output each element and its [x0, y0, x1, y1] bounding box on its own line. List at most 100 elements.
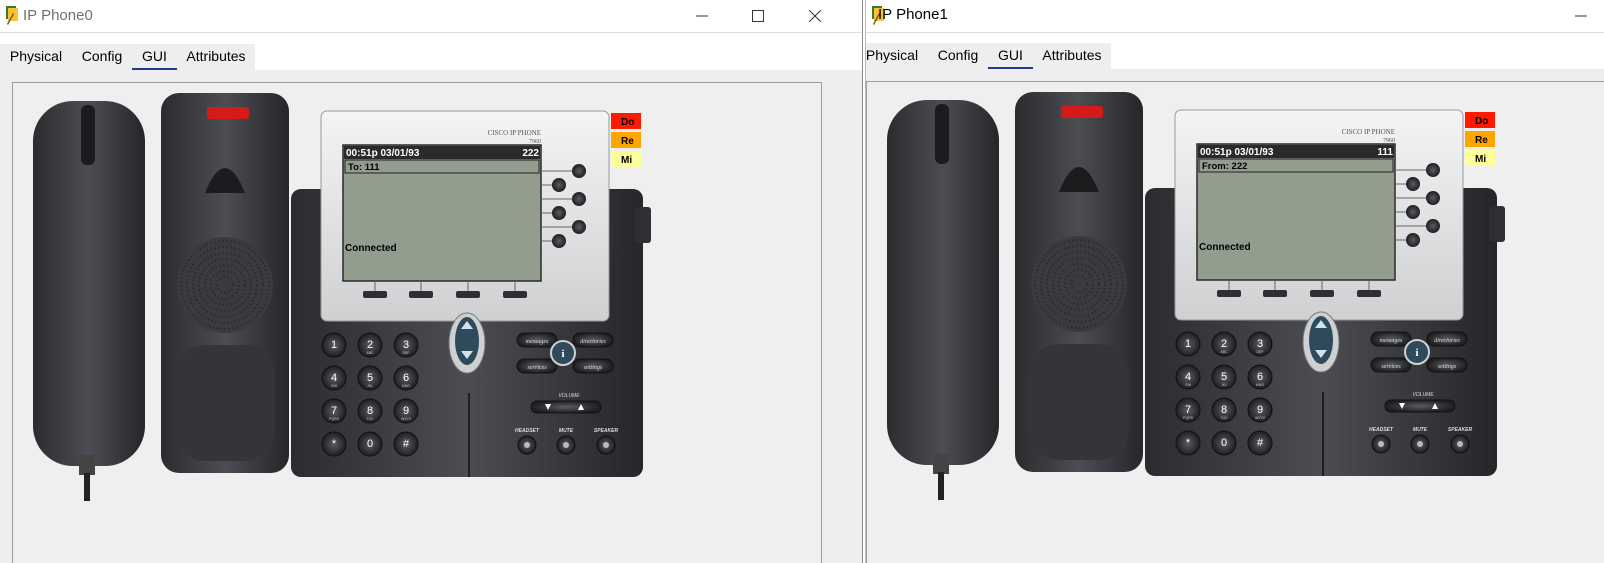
keypad-key[interactable]: * [321, 431, 347, 457]
keypad-key[interactable]: 4GHI [321, 365, 347, 391]
settings-button[interactable]: settings [572, 358, 614, 374]
keypad-key[interactable]: 4GHI [1175, 364, 1201, 390]
speaker-label: SPEAKER [1448, 427, 1473, 433]
keypad-digit: 3 [1257, 338, 1263, 350]
mute-button[interactable] [556, 435, 576, 455]
tab-attributes[interactable]: Attributes [1033, 43, 1111, 69]
side-key-1[interactable]: Re [611, 132, 641, 148]
keypad-key[interactable]: 3DEF [393, 332, 419, 358]
softkey[interactable] [363, 291, 387, 298]
side-key-2[interactable]: Mi [1465, 150, 1495, 166]
tab-attributes[interactable]: Attributes [177, 44, 255, 70]
softkey[interactable] [409, 291, 433, 298]
volume-button[interactable] [530, 400, 602, 414]
side-key-2[interactable]: Mi [611, 151, 641, 167]
settings-button-label: settings [584, 365, 603, 371]
keypad-key[interactable]: 2ABC [357, 332, 383, 358]
keypad-key[interactable]: 1 [1175, 331, 1201, 357]
keypad-key[interactable]: 1 [321, 332, 347, 358]
tab-physical[interactable]: Physical [0, 44, 72, 70]
lcd-extension: 222 [522, 148, 539, 159]
directories-button[interactable]: directories [1426, 331, 1468, 347]
line-button[interactable] [1426, 191, 1440, 205]
line-button[interactable] [1406, 233, 1420, 247]
tab-gui[interactable]: GUI [988, 43, 1033, 71]
speaker-icon [603, 442, 609, 448]
line-button[interactable] [1406, 177, 1420, 191]
tab-label: Physical [866, 47, 919, 63]
keypad-key[interactable]: * [1175, 430, 1201, 456]
headset-button[interactable] [517, 435, 537, 455]
side-key-label: Mi [621, 155, 632, 166]
side-key-0[interactable]: Do [611, 113, 641, 129]
phone-graphic: CISCO IP PHONE796000:51p 03/01/93 111From… [887, 92, 1505, 500]
lcd-screen: 00:51p 03/01/93 111 From: 222 Connected [1196, 143, 1396, 281]
mute-button[interactable] [1410, 434, 1430, 454]
services-button[interactable]: services [1370, 357, 1412, 373]
services-button[interactable]: services [516, 358, 558, 374]
keypad-key[interactable]: 2ABC [1211, 331, 1237, 357]
line-button[interactable] [1426, 219, 1440, 233]
line-button[interactable] [572, 220, 586, 234]
line-button[interactable] [552, 206, 566, 220]
keypad-key[interactable]: 8TUV [357, 398, 383, 424]
softkey[interactable] [1357, 290, 1381, 297]
close-button[interactable] [792, 0, 838, 32]
messages-button[interactable]: messages [516, 332, 558, 348]
handset[interactable] [33, 101, 145, 501]
keypad-key[interactable]: 8TUV [1211, 397, 1237, 423]
keypad-key[interactable]: # [1247, 430, 1273, 456]
line-button[interactable] [1406, 205, 1420, 219]
keypad-key[interactable]: 6MNO [393, 365, 419, 391]
keypad-key[interactable]: 3DEF [1247, 331, 1273, 357]
info-button[interactable]: i [1404, 339, 1430, 365]
info-icon: i [561, 348, 564, 360]
keypad-key[interactable]: 9WXYZ [393, 398, 419, 424]
softkey[interactable] [456, 291, 480, 298]
settings-button[interactable]: settings [1426, 357, 1468, 373]
headset-button[interactable] [1371, 434, 1391, 454]
minimize-button[interactable] [679, 0, 725, 32]
softkey[interactable] [1263, 290, 1287, 297]
volume-button[interactable] [1384, 399, 1456, 413]
keypad-key[interactable]: 7PQRS [1175, 397, 1201, 423]
line-button[interactable] [572, 164, 586, 178]
side-key-1[interactable]: Re [1465, 131, 1495, 147]
tab-physical[interactable]: Physical [866, 43, 928, 69]
keypad-key[interactable]: 5JKL [357, 365, 383, 391]
speaker-button[interactable] [596, 435, 616, 455]
message-indicator-light [207, 107, 249, 119]
maximize-button[interactable] [735, 0, 781, 32]
speaker-button[interactable] [1450, 434, 1470, 454]
directories-button-label: directories [580, 339, 606, 345]
lcd-call-line: From: 222 [1202, 161, 1247, 172]
keypad-key[interactable]: # [393, 431, 419, 457]
tab-label: Config [937, 47, 979, 63]
line-button[interactable] [572, 192, 586, 206]
handset[interactable] [887, 100, 999, 500]
keypad-key[interactable]: 9WXYZ [1247, 397, 1273, 423]
keypad-key[interactable]: 7PQRS [321, 398, 347, 424]
maximize-icon [752, 10, 764, 22]
softkey[interactable] [1217, 290, 1241, 297]
line-button[interactable] [1426, 163, 1440, 177]
line-button[interactable] [552, 178, 566, 192]
tab-gui[interactable]: GUI [132, 44, 177, 72]
tab-config[interactable]: Config [928, 43, 988, 69]
tab-label: GUI [142, 48, 167, 64]
keypad-digit: 8 [367, 405, 373, 417]
services-button-label: services [1381, 364, 1401, 370]
directories-button[interactable]: directories [572, 332, 614, 348]
keypad-key[interactable]: 0 [1211, 430, 1237, 456]
side-key-0[interactable]: Do [1465, 112, 1495, 128]
keypad-key[interactable]: 0 [357, 431, 383, 457]
line-button[interactable] [552, 234, 566, 248]
keypad-key[interactable]: 5JKL [1211, 364, 1237, 390]
minimize-button[interactable] [1558, 0, 1604, 32]
softkey[interactable] [503, 291, 527, 298]
keypad-key[interactable]: 6MNO [1247, 364, 1273, 390]
tab-config[interactable]: Config [72, 44, 132, 70]
info-button[interactable]: i [550, 340, 576, 366]
messages-button[interactable]: messages [1370, 331, 1412, 347]
softkey[interactable] [1310, 290, 1334, 297]
